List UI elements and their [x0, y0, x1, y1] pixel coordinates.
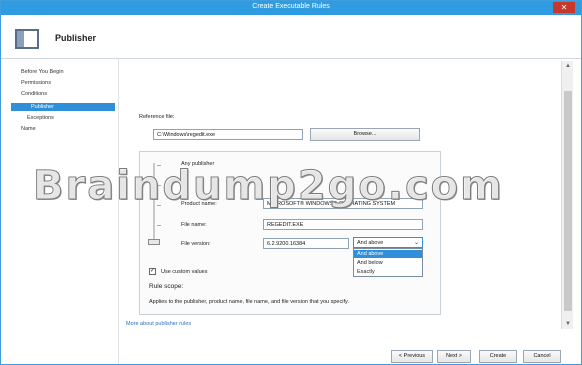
version-option-and-above[interactable]: And above — [354, 250, 422, 258]
file-version-label: File version: — [181, 241, 211, 247]
scrollbar[interactable]: ▲ ▼ — [561, 61, 573, 329]
close-button[interactable]: ✕ — [553, 2, 575, 13]
chevron-down-icon: ⌄ — [413, 240, 419, 246]
slider-thumb[interactable] — [148, 239, 160, 245]
nav-item-publisher-label: Publisher — [31, 104, 54, 110]
browse-button[interactable]: Browse... — [310, 128, 420, 141]
scrollbar-thumb[interactable] — [564, 91, 572, 311]
version-option-and-below[interactable]: And below — [354, 259, 422, 267]
watermark: Braindump2go.com — [33, 163, 504, 210]
file-name-label: File name: — [181, 222, 207, 228]
title-bar: Create Executable Rules ✕ — [1, 1, 581, 15]
rule-scope-label: Rule scope: — [149, 283, 184, 290]
reference-file-label: Reference file: — [139, 114, 175, 120]
nav-item-name[interactable]: Name — [21, 126, 36, 132]
next-button[interactable]: Next > — [437, 350, 471, 363]
nav-item-conditions[interactable]: Conditions — [21, 91, 47, 97]
reference-file-input[interactable]: C:\Windows\regedit.exe — [153, 129, 303, 140]
nav-item-publisher[interactable]: Publisher — [11, 103, 115, 111]
version-selector-value: And above — [357, 240, 384, 246]
window-title: Create Executable Rules — [252, 3, 330, 10]
scroll-down-icon[interactable]: ▼ — [562, 321, 574, 327]
use-custom-values-label: Use custom values — [161, 269, 208, 275]
rule-scope-text: Applies to the publisher, product name, … — [149, 299, 349, 305]
nav-item-permissions[interactable]: Permissions — [21, 80, 51, 86]
create-button[interactable]: Create — [479, 350, 517, 363]
version-option-exactly[interactable]: Exactly — [354, 268, 422, 276]
file-version-input[interactable]: 6.2.9200.16384 — [263, 238, 349, 249]
slider-tick — [157, 225, 161, 226]
scroll-up-icon[interactable]: ▲ — [562, 63, 574, 69]
version-selector-dropdown[interactable]: And above ⌄ — [353, 237, 423, 248]
file-name-input[interactable]: REGEDIT.EXE — [263, 219, 423, 230]
nav-item-exceptions[interactable]: Exceptions — [27, 115, 54, 121]
nav-item-before-you-begin[interactable]: Before You Begin — [21, 69, 64, 75]
create-executable-rules-window: Create Executable Rules ✕ Publisher Befo… — [0, 0, 582, 365]
publisher-window-icon — [15, 29, 39, 49]
cancel-button[interactable]: Cancel — [523, 350, 561, 363]
wizard-nav: Before You Begin Permissions Conditions … — [1, 59, 119, 364]
previous-button[interactable]: < Previous — [391, 350, 433, 363]
use-custom-values-checkbox[interactable]: ✓ — [149, 268, 156, 275]
more-about-publisher-rules-link[interactable]: More about publisher rules — [126, 321, 191, 327]
page-header: Publisher — [1, 15, 581, 59]
version-selector-list: And above And below Exactly — [353, 248, 423, 277]
page-title: Publisher — [55, 33, 97, 43]
